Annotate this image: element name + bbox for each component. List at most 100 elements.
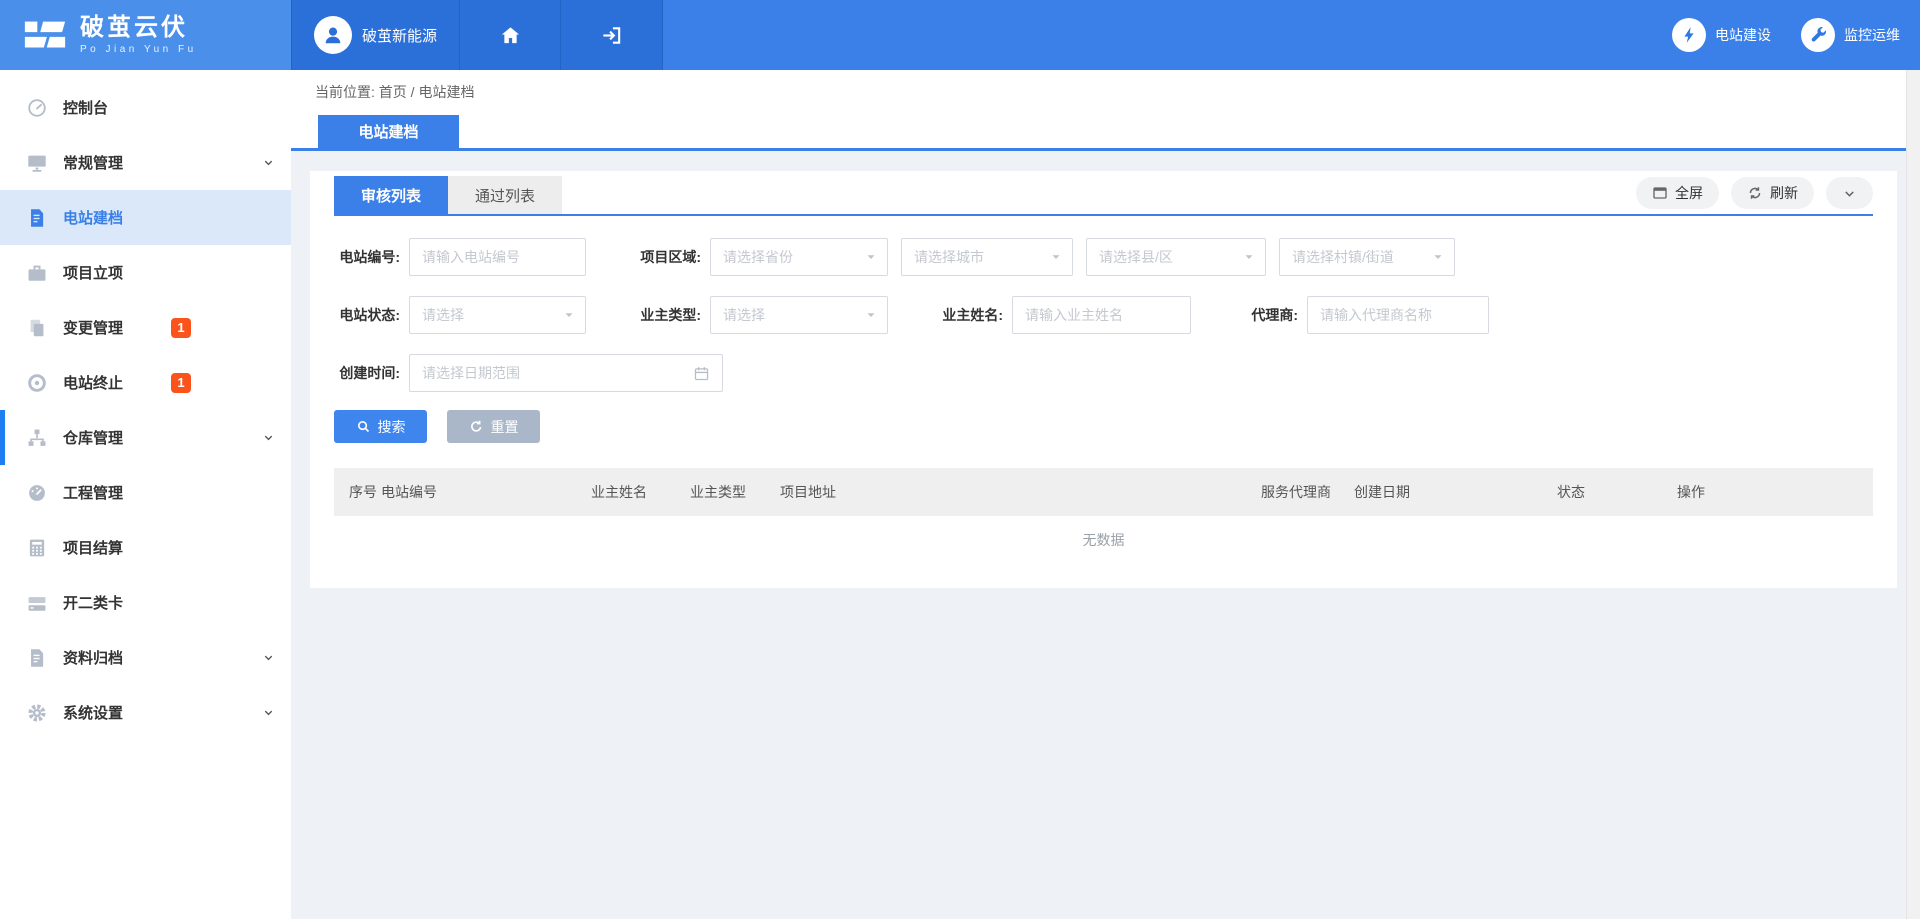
caret-down-icon	[1243, 251, 1255, 263]
breadcrumb-label: 当前位置:	[315, 84, 375, 100]
collapse-toggle-button[interactable]	[1826, 177, 1873, 209]
sidebar-item-change-mgmt[interactable]: 变更管理 1	[0, 300, 291, 355]
refresh-button[interactable]: 刷新	[1731, 177, 1814, 209]
region-label: 项目区域:	[632, 247, 710, 267]
owner-name-label: 业主姓名:	[936, 305, 1012, 325]
search-button[interactable]: 搜索	[334, 410, 427, 443]
station-status-label: 电站状态:	[334, 305, 409, 325]
logout-icon	[600, 24, 623, 47]
sidebar-item-warehouse-mgmt[interactable]: 仓库管理	[0, 410, 291, 465]
monitor-icon	[26, 152, 48, 174]
sidebar-item-project-settlement[interactable]: 项目结算	[0, 520, 291, 575]
breadcrumb-path[interactable]: 首页 / 电站建档	[379, 84, 475, 100]
created-time-label: 创建时间:	[334, 363, 409, 383]
owner-type-select[interactable]: 请选择	[710, 296, 888, 334]
caret-down-icon	[1432, 251, 1444, 263]
sidebar-item-station-filing[interactable]: 电站建档	[0, 190, 291, 245]
results-table: 序号 电站编号 业主姓名 业主类型 项目地址 服务代理商 创建日期 状态 操作	[334, 468, 1873, 516]
nav-monitor-ops[interactable]: 监控运维	[1801, 18, 1900, 52]
sidebar-item-station-termination[interactable]: 电站终止 1	[0, 355, 291, 410]
wrench-icon	[1809, 26, 1828, 45]
page-tab-station-filing[interactable]: 电站建档	[318, 115, 459, 148]
sitemap-icon	[26, 427, 48, 449]
caret-down-icon	[563, 309, 575, 321]
page-header: 当前位置: 首页 / 电站建档 电站建档	[291, 70, 1920, 151]
record-icon	[26, 372, 48, 394]
fullscreen-button[interactable]: 全屏	[1636, 177, 1719, 209]
avatar	[314, 16, 352, 54]
station-status-select[interactable]: 请选择	[409, 296, 586, 334]
col-owner-type: 业主类型	[690, 468, 780, 516]
fullscreen-icon	[1652, 185, 1668, 201]
calculator-icon	[26, 537, 48, 559]
caret-down-icon	[865, 251, 877, 263]
caret-down-icon	[865, 309, 877, 321]
chevron-down-icon	[262, 706, 275, 719]
col-seq: 序号	[334, 468, 381, 516]
badge-count: 1	[171, 373, 191, 393]
main-content: 审核列表 通过列表 全屏 刷新	[291, 151, 1920, 919]
date-range-picker[interactable]: 请选择日期范围	[409, 354, 723, 392]
sidebar-item-console[interactable]: 控制台	[0, 80, 291, 135]
search-icon	[356, 419, 371, 434]
user-name: 破茧新能源	[362, 25, 437, 46]
chevron-down-icon	[262, 156, 275, 169]
col-station-no: 电站编号	[381, 468, 591, 516]
brand-logo-icon	[22, 12, 68, 58]
owner-name-input[interactable]	[1012, 296, 1191, 334]
station-no-label: 电站编号:	[334, 247, 409, 267]
brand-subtitle: Po Jian Yun Fu	[80, 44, 197, 55]
sidebar-item-engineering-mgmt[interactable]: 工程管理	[0, 465, 291, 520]
province-select[interactable]: 请选择省份	[710, 238, 888, 276]
tab-passed-list[interactable]: 通过列表	[448, 176, 562, 214]
filter-form: 电站编号: 项目区域: 请选择省份 请选择城市 请选择县/区 请选择村镇/街道	[334, 216, 1873, 443]
archive-file-icon	[26, 647, 48, 669]
col-service-agent: 服务代理商	[1261, 468, 1354, 516]
agent-input[interactable]	[1307, 296, 1489, 334]
agent-label: 代理商:	[1239, 305, 1307, 325]
reset-button[interactable]: 重置	[447, 410, 540, 443]
district-select[interactable]: 请选择县/区	[1086, 238, 1266, 276]
caret-down-icon	[1050, 251, 1062, 263]
topbar: 破茧云伏 Po Jian Yun Fu 破茧新能源	[0, 0, 1920, 70]
user-menu[interactable]: 破茧新能源	[291, 0, 460, 70]
sidebar-item-general-mgmt[interactable]: 常规管理	[0, 135, 291, 190]
content-card: 审核列表 通过列表 全屏 刷新	[310, 171, 1897, 588]
document-icon	[26, 207, 48, 229]
logout-button[interactable]	[561, 0, 663, 70]
refresh-icon	[1747, 185, 1763, 201]
bolt-icon	[1679, 25, 1699, 45]
briefcase-icon	[26, 262, 48, 284]
owner-type-label: 业主类型:	[632, 305, 710, 325]
chevron-down-icon	[262, 431, 275, 444]
station-no-input[interactable]	[409, 238, 586, 276]
gear-icon	[26, 702, 48, 724]
sidebar-item-project-initiation[interactable]: 项目立项	[0, 245, 291, 300]
nav-station-build[interactable]: 电站建设	[1672, 18, 1771, 52]
sidebar-item-system-settings[interactable]: 系统设置	[0, 685, 291, 740]
col-owner-name: 业主姓名	[591, 468, 690, 516]
chevron-down-icon	[1842, 186, 1857, 201]
reset-icon	[469, 419, 484, 434]
sidebar-item-open-class2-card[interactable]: 开二类卡	[0, 575, 291, 630]
scrollbar[interactable]	[1906, 70, 1920, 919]
col-actions: 操作	[1677, 468, 1873, 516]
table-header-row: 序号 电站编号 业主姓名 业主类型 项目地址 服务代理商 创建日期 状态 操作	[334, 468, 1873, 516]
sidebar: 控制台 常规管理 电站建档 项目立项 变更管理 1 电站终止 1	[0, 70, 291, 919]
brand-logo: 破茧云伏 Po Jian Yun Fu	[0, 0, 291, 70]
city-select[interactable]: 请选择城市	[901, 238, 1073, 276]
tab-review-list[interactable]: 审核列表	[334, 176, 448, 214]
sidebar-item-data-archive[interactable]: 资料归档	[0, 630, 291, 685]
list-tabs: 审核列表 通过列表 全屏 刷新	[334, 171, 1873, 216]
calendar-icon	[693, 365, 710, 382]
gauge-icon	[26, 482, 48, 504]
user-icon	[321, 23, 345, 47]
chevron-down-icon	[262, 651, 275, 664]
empty-state: 无数据	[334, 516, 1873, 563]
copy-icon	[26, 317, 48, 339]
dashboard-icon	[26, 97, 48, 119]
town-select[interactable]: 请选择村镇/街道	[1279, 238, 1455, 276]
badge-count: 1	[171, 318, 191, 338]
col-project-address: 项目地址	[780, 468, 1261, 516]
home-button[interactable]	[460, 0, 561, 70]
